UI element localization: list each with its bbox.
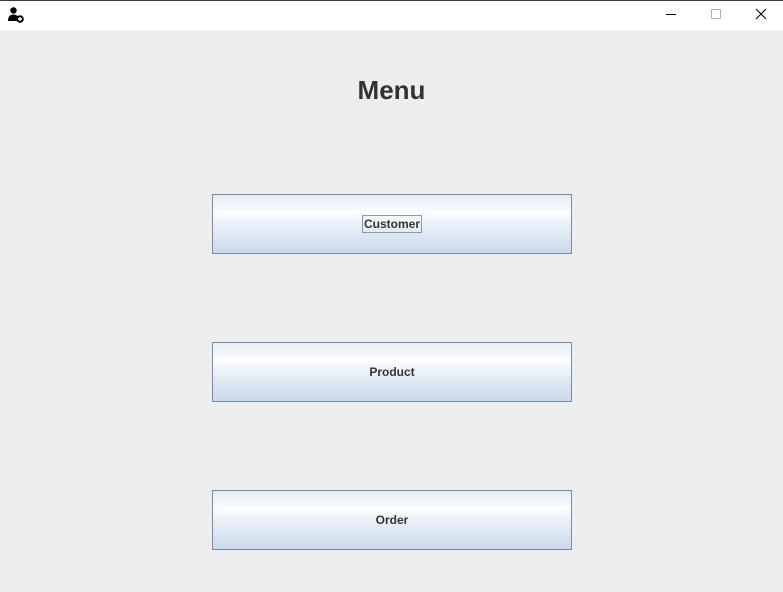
page-title: Menu bbox=[357, 75, 426, 105]
minimize-button[interactable] bbox=[648, 1, 693, 30]
maximize-button[interactable] bbox=[693, 1, 738, 30]
minimize-icon bbox=[665, 7, 677, 25]
close-button[interactable] bbox=[738, 1, 783, 30]
maximize-icon bbox=[710, 7, 722, 25]
customer-button-label: Customer bbox=[361, 215, 422, 233]
title-bar bbox=[0, 0, 783, 30]
application-window: Menu Customer Product Order bbox=[0, 0, 783, 592]
order-button-label: Order bbox=[375, 513, 409, 527]
user-add-icon bbox=[7, 6, 25, 24]
order-button[interactable]: Order bbox=[212, 490, 572, 550]
product-button-label: Product bbox=[369, 365, 415, 379]
customer-button[interactable]: Customer bbox=[212, 194, 572, 254]
product-button[interactable]: Product bbox=[212, 342, 572, 402]
menu-panel: Menu Customer Product Order bbox=[0, 30, 783, 592]
close-icon bbox=[755, 7, 767, 25]
